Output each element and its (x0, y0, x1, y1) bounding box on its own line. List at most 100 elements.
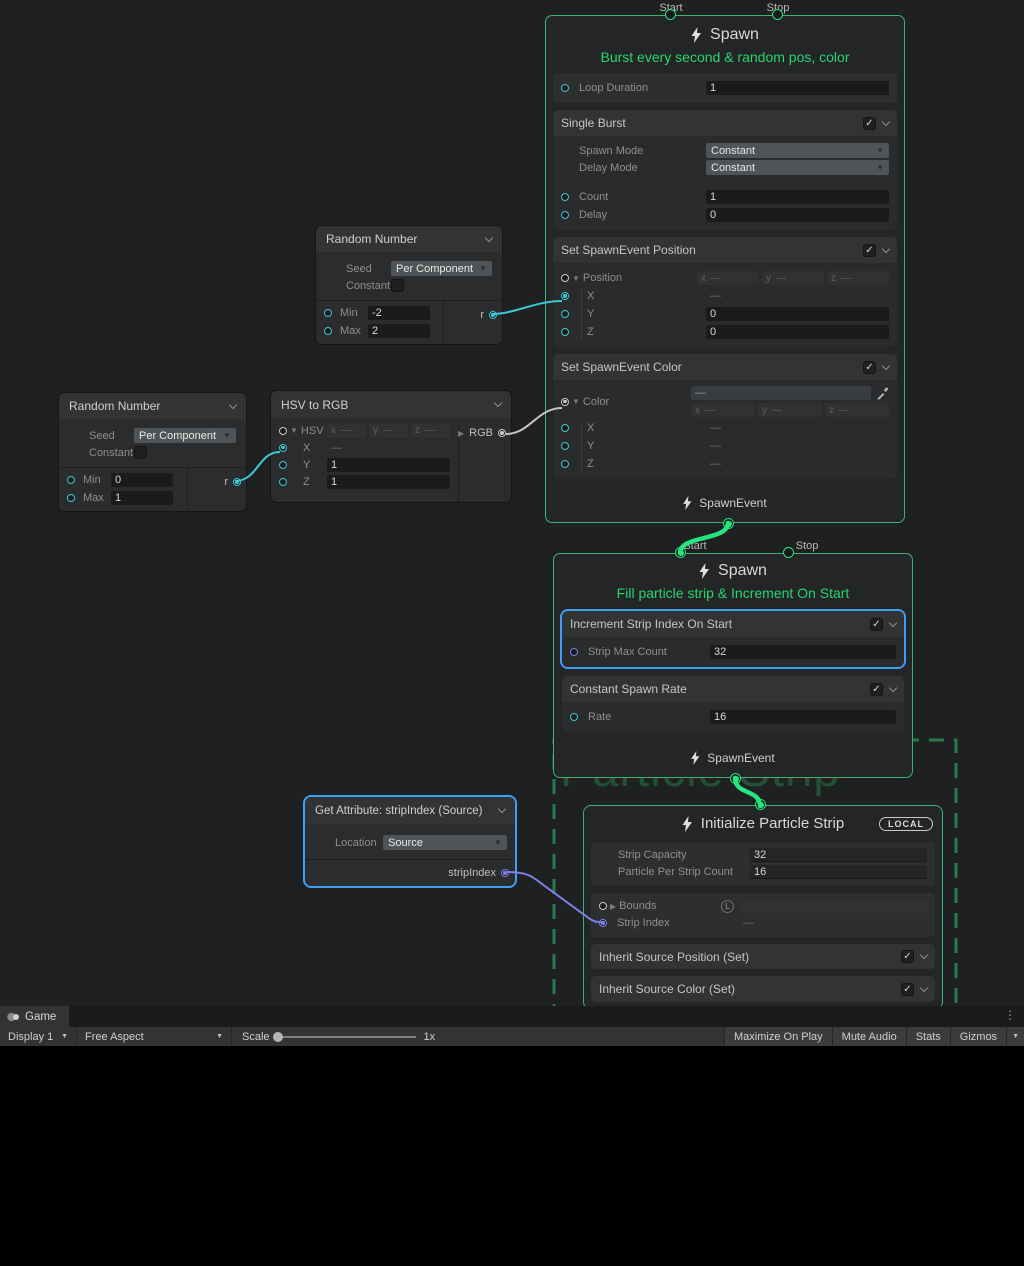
tab-game[interactable]: Game (0, 1006, 69, 1027)
output-port-connected[interactable] (233, 478, 241, 486)
chevron-down-icon[interactable] (882, 361, 890, 369)
chevron-down-icon[interactable] (920, 984, 928, 992)
vfx-graph-canvas[interactable]: Particle Strip Start Stop Spawn Burst ev… (0, 0, 1024, 1006)
input-port[interactable] (561, 193, 569, 201)
input-port-connected[interactable] (561, 292, 569, 300)
input-port[interactable] (570, 648, 578, 656)
eyedropper-icon[interactable] (876, 387, 889, 400)
node-random-number-pos[interactable]: Random Number Seed Per Component▼ Consta… (315, 225, 503, 345)
delay-field[interactable]: 0 (706, 208, 889, 222)
maximize-on-play-button[interactable]: Maximize On Play (724, 1027, 832, 1046)
input-port[interactable] (324, 327, 332, 335)
block-header[interactable]: Constant Spawn Rate ✓ (562, 676, 904, 702)
hsv-z-field[interactable]: 1 (327, 475, 450, 489)
min-field[interactable]: 0 (111, 473, 173, 487)
local-space-icon[interactable]: L (721, 900, 734, 913)
expander-icon[interactable]: ▶ (458, 429, 464, 438)
block-enabled-checkbox[interactable]: ✓ (901, 983, 914, 996)
input-port[interactable] (561, 460, 569, 468)
input-port[interactable] (561, 211, 569, 219)
constant-checkbox[interactable] (391, 279, 404, 292)
output-port-connected[interactable] (501, 869, 509, 877)
hsv-y-field[interactable]: 1 (327, 458, 450, 472)
input-port-connected[interactable] (279, 444, 287, 452)
strip-max-count-field[interactable]: 32 (710, 645, 896, 659)
block-header[interactable]: Set SpawnEvent Color ✓ (553, 354, 897, 380)
input-port[interactable] (67, 494, 75, 502)
node-header[interactable]: Get Attribute: stripIndex (Source) (305, 797, 515, 824)
chevron-down-icon[interactable] (889, 618, 897, 626)
chevron-down-icon[interactable] (882, 244, 890, 252)
constant-checkbox[interactable] (134, 446, 147, 459)
expander-icon[interactable]: ▼ (572, 274, 580, 283)
scale-slider[interactable] (278, 1036, 416, 1038)
block-header[interactable]: Single Burst ✓ (553, 110, 897, 136)
block-increment-strip-index-selected[interactable]: Increment Strip Index On Start ✓ Strip M… (562, 611, 904, 667)
input-port[interactable] (561, 84, 569, 92)
block-header[interactable]: Inherit Source Position (Set) ✓ (591, 944, 935, 970)
flow-port-spawnevent-out[interactable] (730, 773, 741, 784)
node-header[interactable]: HSV to RGB (271, 391, 511, 418)
display-dropdown[interactable]: Display 1 ▼ (0, 1027, 77, 1046)
strip-capacity-field[interactable]: 32 (750, 848, 927, 862)
spawn-mode-dropdown[interactable]: Constant▼ (706, 143, 889, 158)
chevron-down-icon[interactable] (494, 399, 502, 407)
scale-slider-knob[interactable] (273, 1032, 283, 1042)
block-enabled-checkbox[interactable]: ✓ (870, 618, 883, 631)
input-port-connected[interactable] (561, 398, 569, 406)
rate-field[interactable]: 16 (710, 710, 896, 724)
input-port[interactable] (561, 328, 569, 336)
seed-dropdown[interactable]: Per Component▼ (391, 261, 492, 276)
input-port[interactable] (324, 309, 332, 317)
node-header[interactable]: Spawn (554, 559, 912, 583)
tab-menu-icon[interactable]: ⋮ (996, 1006, 1024, 1027)
block-header[interactable]: Set SpawnEvent Position ✓ (553, 237, 897, 263)
flow-port-start-connected[interactable] (675, 547, 686, 558)
flow-port-stop[interactable] (783, 547, 794, 558)
expander-icon[interactable]: ▶ (610, 902, 616, 911)
particle-per-strip-field[interactable]: 16 (750, 865, 927, 879)
expander-icon[interactable]: ▼ (290, 426, 298, 435)
chevron-down-icon[interactable] (889, 683, 897, 691)
chevron-down-icon[interactable] (920, 951, 928, 959)
flow-port-in-connected[interactable] (755, 799, 766, 810)
input-port[interactable] (561, 442, 569, 450)
expander-icon[interactable]: ▼ (572, 397, 580, 406)
block-enabled-checkbox[interactable]: ✓ (863, 244, 876, 257)
node-get-attribute-stripindex[interactable]: Get Attribute: stripIndex (Source) Locat… (303, 795, 517, 888)
output-port-connected[interactable] (489, 311, 497, 319)
node-initialize-particle-strip[interactable]: Initialize Particle Strip LOCAL Strip Ca… (583, 805, 943, 1006)
count-field[interactable]: 1 (706, 190, 889, 204)
input-port[interactable] (561, 310, 569, 318)
node-random-number-hue[interactable]: Random Number Seed Per Component▼ Consta… (58, 392, 247, 512)
output-port-connected[interactable] (498, 429, 506, 437)
input-port[interactable] (599, 902, 607, 910)
block-enabled-checkbox[interactable]: ✓ (863, 117, 876, 130)
node-spawn-burst[interactable]: Start Stop Spawn Burst every second & ra… (545, 15, 905, 523)
min-field[interactable]: -2 (368, 306, 430, 320)
color-swatch[interactable]: — (691, 386, 871, 400)
loop-duration-field[interactable]: 1 (706, 81, 889, 95)
position-z-field[interactable]: 0 (706, 325, 889, 339)
position-y-field[interactable]: 0 (706, 307, 889, 321)
node-header[interactable]: Spawn (546, 23, 904, 47)
block-enabled-checkbox[interactable]: ✓ (863, 361, 876, 374)
flow-port-stop[interactable] (772, 9, 783, 20)
max-field[interactable]: 1 (111, 491, 173, 505)
node-hsv-to-rgb[interactable]: HSV to RGB ▼ HSV x— y— z— (270, 390, 512, 503)
block-enabled-checkbox[interactable]: ✓ (870, 683, 883, 696)
flow-port-spawnevent-out[interactable] (723, 518, 734, 529)
seed-dropdown[interactable]: Per Component▼ (134, 428, 236, 443)
max-field[interactable]: 2 (368, 324, 430, 338)
input-port[interactable] (561, 274, 569, 282)
chevron-down-icon[interactable] (498, 805, 506, 813)
aspect-dropdown[interactable]: Free Aspect ▼ (77, 1027, 232, 1046)
input-port-connected[interactable] (599, 919, 607, 927)
input-port[interactable] (570, 713, 578, 721)
stats-button[interactable]: Stats (906, 1027, 950, 1046)
chevron-down-icon[interactable] (485, 233, 493, 241)
chevron-down-icon[interactable] (229, 400, 237, 408)
input-port[interactable] (561, 424, 569, 432)
block-header[interactable]: Increment Strip Index On Start ✓ (562, 611, 904, 637)
node-spawn-strip[interactable]: Start Stop Spawn Fill particle strip & I… (553, 553, 913, 778)
